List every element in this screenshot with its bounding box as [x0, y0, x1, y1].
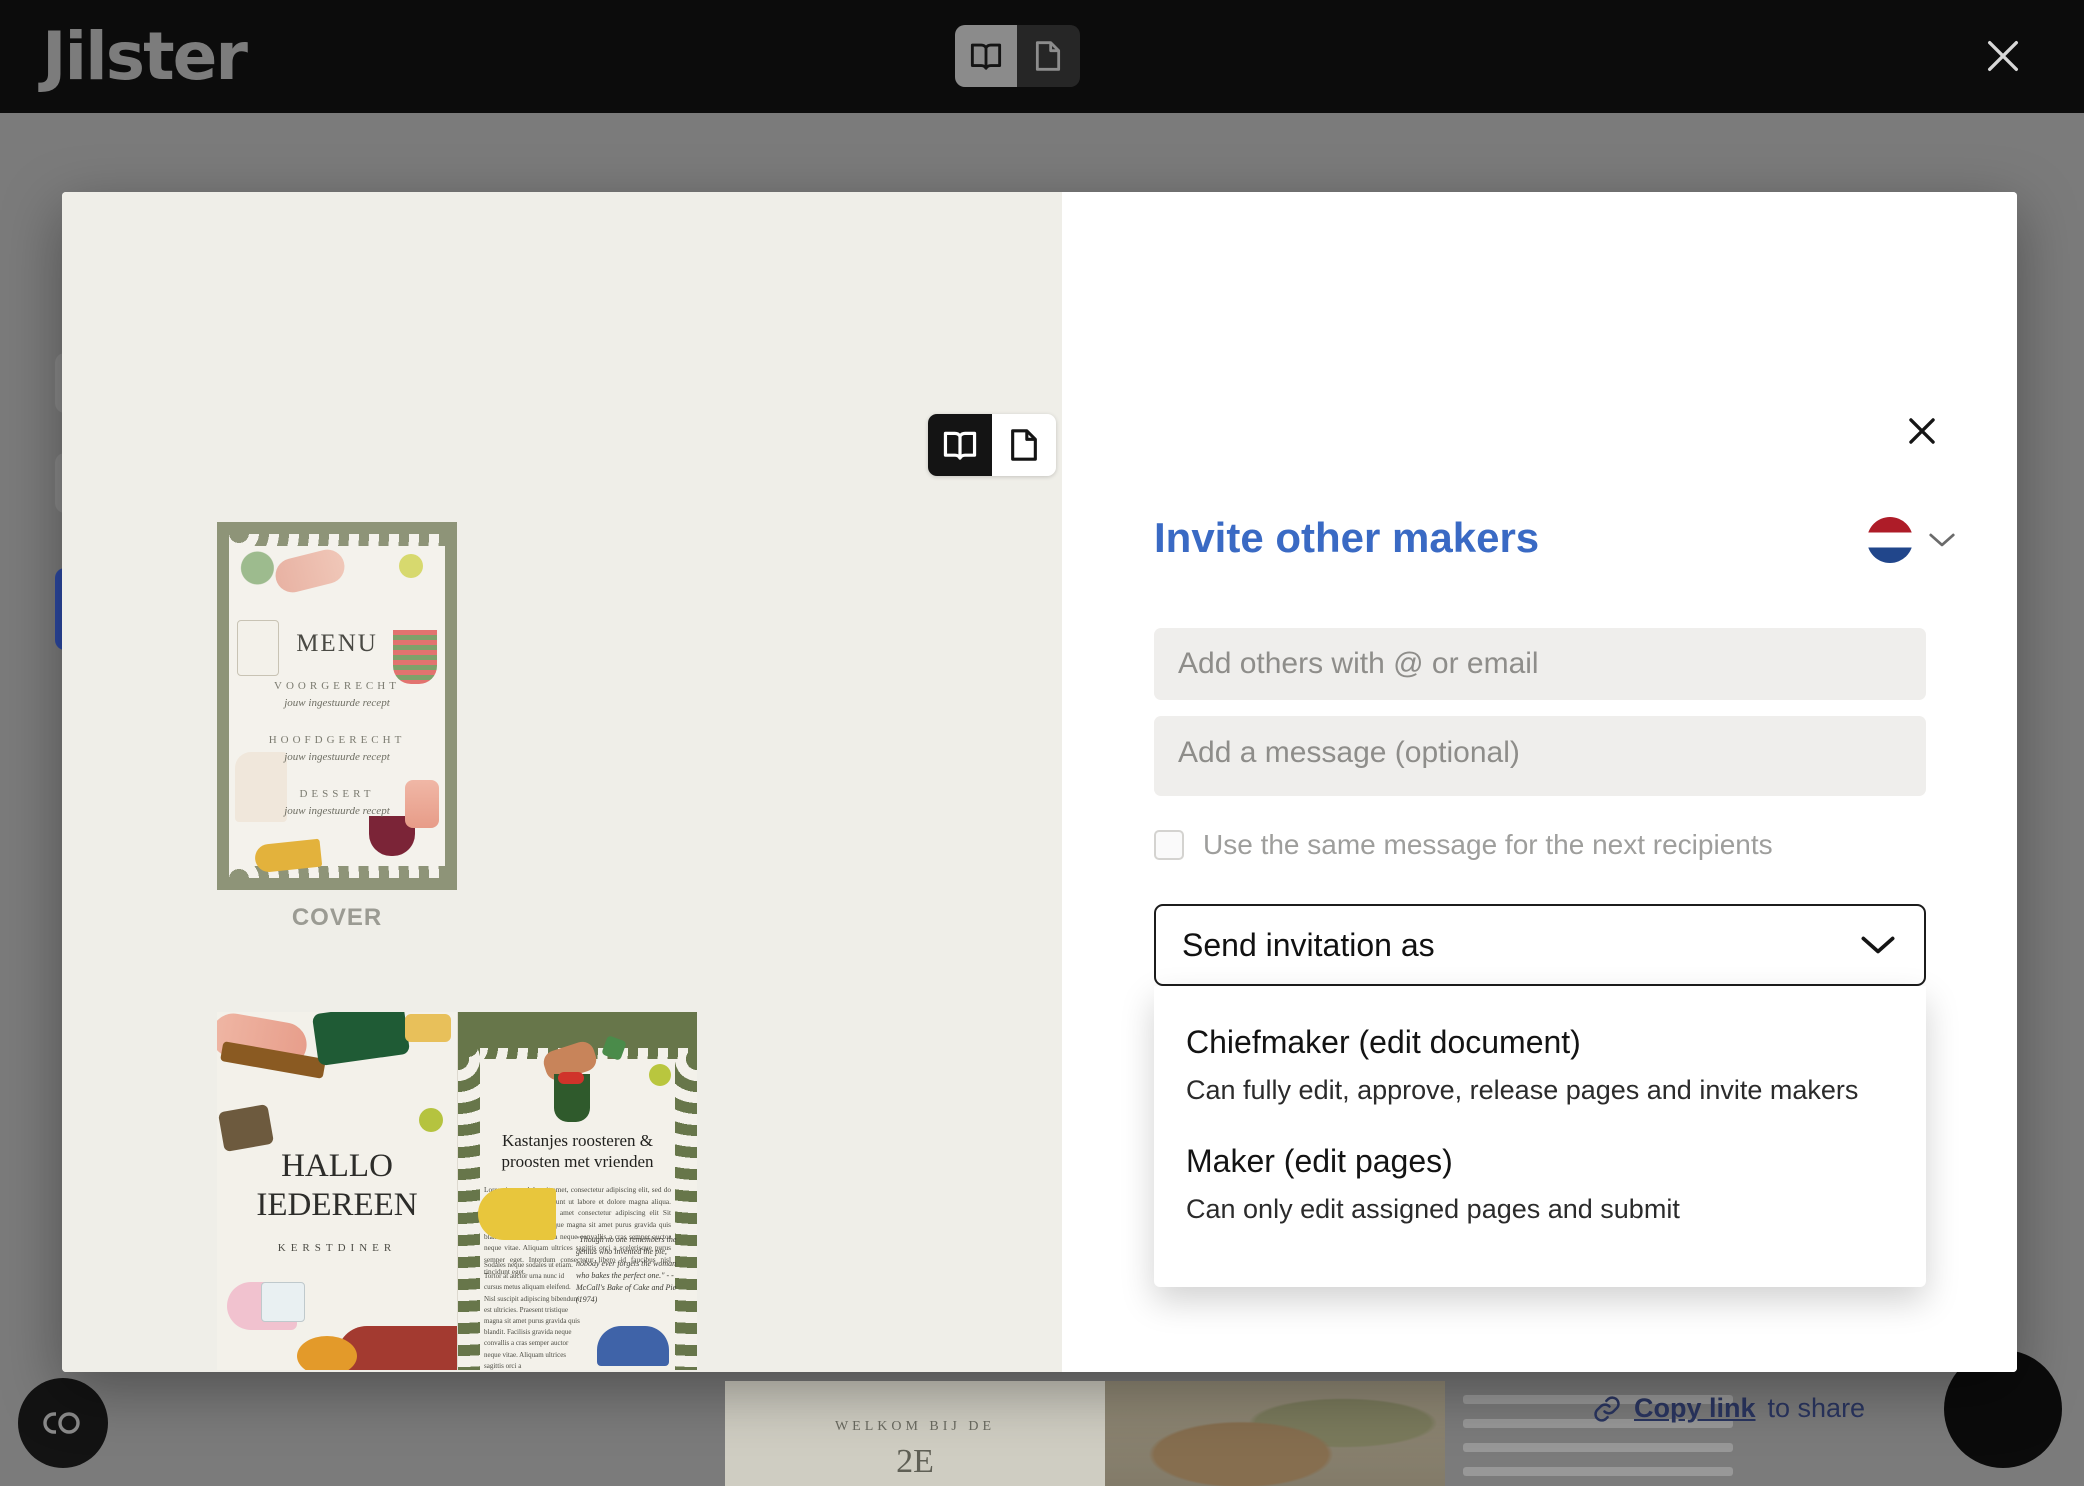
- language-selector[interactable]: [1867, 517, 1957, 563]
- top-bar: Jilster: [0, 0, 2084, 113]
- role-select-options: Chiefmaker (edit document) Can fully edi…: [1154, 986, 1926, 1287]
- preview-view-toggle[interactable]: [928, 414, 1056, 476]
- page3-body2: Sodales neque sodales ut etiam. Tortor a…: [484, 1261, 580, 1370]
- topbar-page-view-button[interactable]: [1017, 25, 1079, 87]
- accessibility-icon: [40, 1408, 86, 1438]
- topbar-view-toggle[interactable]: [955, 25, 1080, 87]
- cover-section-sub: jouw ingestuurde recept: [284, 697, 390, 709]
- background-food-photo: [1105, 1381, 1445, 1486]
- accessibility-widget-button[interactable]: [18, 1378, 108, 1468]
- dutch-flag-icon: [1867, 517, 1913, 563]
- cover-menu-title: MENU: [296, 630, 378, 657]
- copy-link-row[interactable]: Copy link to share: [1592, 1393, 1865, 1424]
- same-message-checkbox-row[interactable]: Use the same message for the next recipi…: [1154, 829, 1773, 861]
- message-placeholder: Add a message (optional): [1178, 736, 1520, 769]
- recipients-placeholder: Add others with @ or email: [1178, 647, 1539, 680]
- brand-logo: Jilster: [42, 18, 248, 95]
- preview-book-view-button[interactable]: [928, 414, 992, 476]
- cover-section-sub: jouw ingestuurde recept: [284, 751, 390, 763]
- background-welkom-text: WELKOM BIJ DE: [834, 1419, 996, 1434]
- recipients-input[interactable]: Add others with @ or email: [1154, 628, 1926, 700]
- background-bottom-page: WELKOM BIJ DE 2E: [725, 1381, 1105, 1486]
- cover-page-label: COVER: [291, 904, 383, 931]
- cover-section-sub: jouw ingestuurde recept: [284, 805, 390, 817]
- app-screen: WELKOM BIJ DE 2E Jilster Copy link to sh…: [0, 0, 2084, 1486]
- copy-link-suffix: to share: [1767, 1393, 1866, 1423]
- background-edition-text: 2E: [896, 1443, 934, 1480]
- role-select-label: Send invitation as: [1182, 926, 1435, 963]
- message-input[interactable]: Add a message (optional): [1154, 716, 1926, 796]
- page3-quote: "Though no one remembers the genius who …: [576, 1235, 677, 1304]
- invite-modal: MENU VOORGERECHT jouw ingestuurde recept…: [62, 192, 2017, 1372]
- chevron-down-icon: [1858, 932, 1898, 958]
- invite-panel-title: Invite other makers: [1154, 514, 1540, 561]
- link-icon: [1592, 1394, 1622, 1424]
- cover-section-label: HOOFDGERECHT: [268, 734, 406, 746]
- close-icon: [1903, 412, 1941, 450]
- cover-section-label: VOORGERECHT: [274, 680, 400, 692]
- page-icon: [1009, 428, 1039, 462]
- page2-title: HALLO IEDEREEN: [256, 1148, 418, 1223]
- preview-page-view-button[interactable]: [992, 414, 1056, 476]
- page-icon: [1034, 40, 1062, 72]
- same-message-checkbox[interactable]: [1154, 830, 1184, 860]
- book-icon: [969, 41, 1003, 71]
- page3-title: Kastanjes roosteren & proosten met vriend…: [501, 1131, 654, 1172]
- role-option-chiefmaker[interactable]: Chiefmaker (edit document) Can fully edi…: [1154, 1024, 1926, 1143]
- topbar-close-button[interactable]: [1977, 30, 2029, 82]
- chevron-down-icon: [1927, 530, 1957, 550]
- cover-section-label: DESSERT: [299, 788, 375, 800]
- topbar-book-view-button[interactable]: [955, 25, 1017, 87]
- role-option-name: Chiefmaker (edit document): [1186, 1024, 1581, 1060]
- book-icon: [942, 429, 978, 461]
- role-select[interactable]: Send invitation as: [1154, 904, 1926, 986]
- same-message-label: Use the same message for the next recipi…: [1203, 829, 1773, 860]
- page2-subtitle: KERSTDINER: [277, 1242, 397, 1254]
- role-option-description: Can fully edit, approve, release pages a…: [1186, 1075, 1859, 1105]
- role-option-maker[interactable]: Maker (edit pages) Can only edit assigne…: [1154, 1143, 1926, 1262]
- copy-link-label[interactable]: Copy link: [1634, 1393, 1756, 1424]
- role-option-description: Can only edit assigned pages and submit: [1186, 1194, 1680, 1225]
- invite-panel: Invite other makers Add others with @ or…: [1062, 192, 2017, 1372]
- preview-page-3[interactable]: Kastanjes roosteren & proosten met vriend…: [457, 1012, 697, 1370]
- close-icon: [1983, 36, 2023, 76]
- preview-page-cover[interactable]: MENU VOORGERECHT jouw ingestuurde recept…: [217, 522, 457, 890]
- preview-page-2[interactable]: HALLO IEDEREEN KERSTDINER: [217, 1012, 457, 1370]
- role-option-name: Maker (edit pages): [1186, 1143, 1453, 1180]
- magazine-preview-panel: MENU VOORGERECHT jouw ingestuurde recept…: [62, 192, 1062, 1372]
- invite-close-button[interactable]: [1899, 408, 1945, 454]
